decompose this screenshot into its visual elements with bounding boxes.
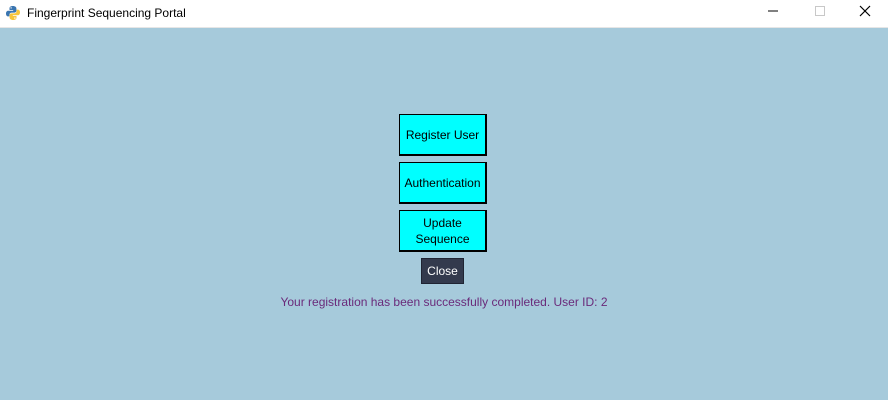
python-icon [5, 5, 21, 21]
close-icon [859, 4, 871, 22]
maximize-icon [814, 4, 826, 22]
maximize-button[interactable] [797, 0, 843, 26]
title-bar[interactable]: Fingerprint Sequencing Portal [0, 0, 888, 28]
status-message: Your registration has been successfully … [280, 295, 608, 309]
close-button[interactable]: Close [421, 258, 464, 284]
minimize-icon [767, 4, 779, 22]
app-window: Fingerprint Sequencing Portal Register U… [0, 0, 888, 400]
update-sequence-button[interactable]: Update Sequence [399, 210, 487, 252]
main-panel: Register User Authentication Update Sequ… [0, 28, 888, 400]
window-close-button[interactable] [842, 0, 888, 26]
register-user-button[interactable]: Register User [399, 114, 487, 156]
window-title: Fingerprint Sequencing Portal [27, 6, 186, 20]
authentication-button[interactable]: Authentication [399, 162, 487, 204]
minimize-button[interactable] [750, 0, 796, 26]
